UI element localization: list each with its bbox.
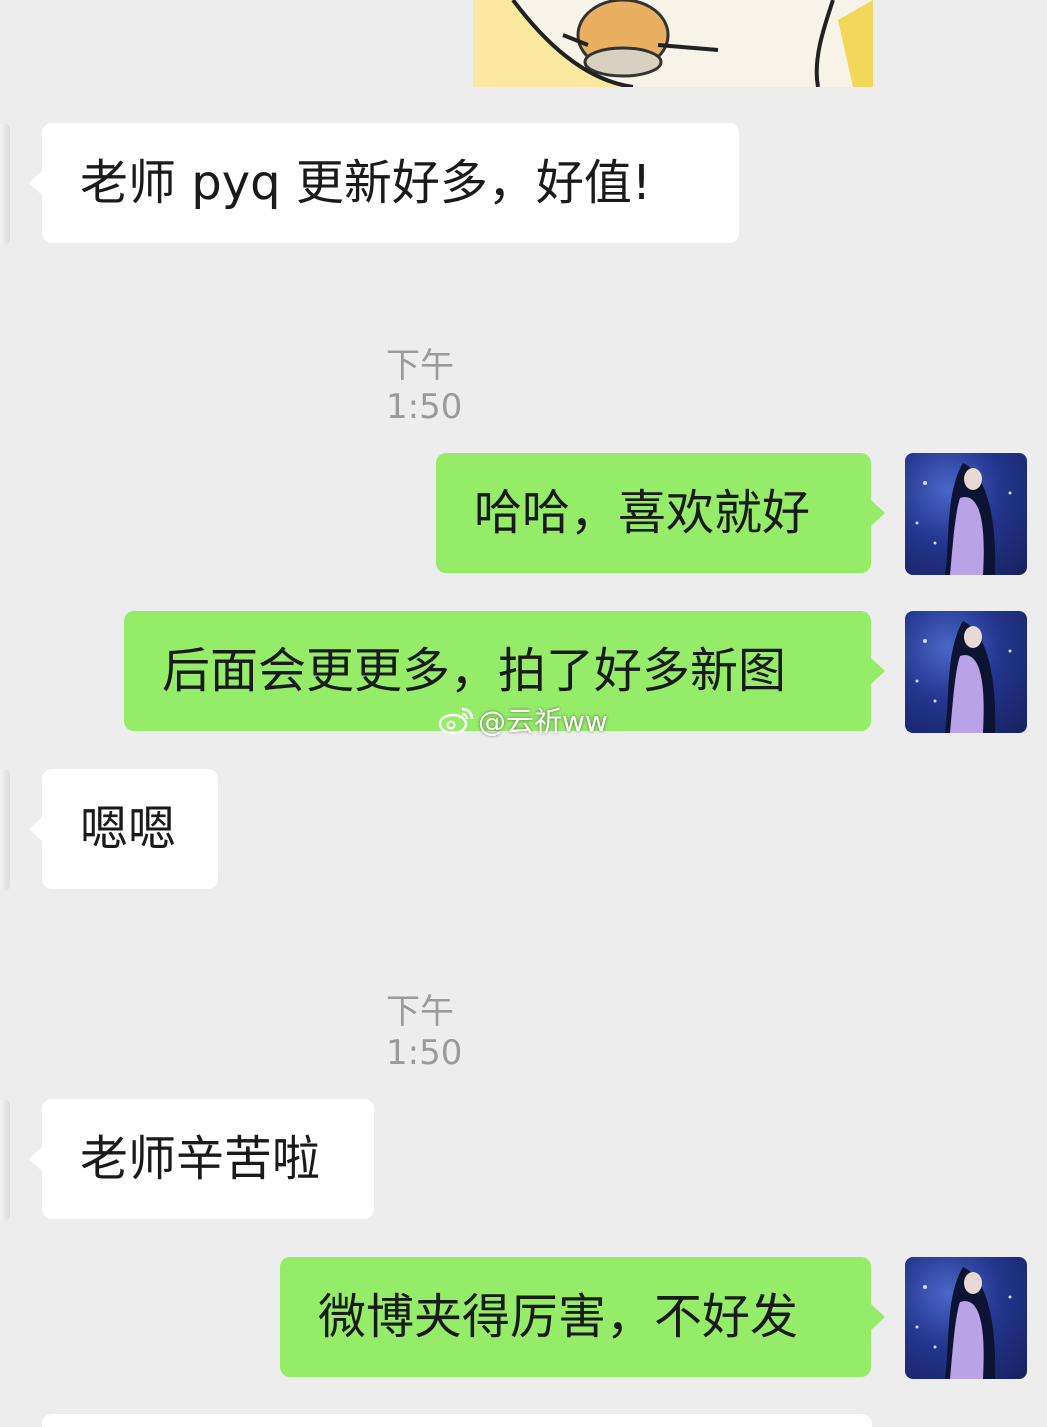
avatar-image <box>915 1267 1012 1379</box>
message-text: 嗯嗯 <box>80 801 177 857</box>
avatar-image <box>915 463 1012 575</box>
message-bubble-outgoing[interactable]: 哈哈，喜欢就好 <box>436 453 885 573</box>
my-avatar[interactable] <box>905 453 1027 575</box>
avatar-image <box>915 621 1012 733</box>
sticker-drawing <box>511 0 873 87</box>
message-text: 老师 pyq 更新好多，好值! <box>80 155 652 211</box>
my-avatar[interactable] <box>905 611 1027 733</box>
weibo-icon <box>438 707 474 735</box>
message-text: 后面会更更多，拍了好多新图 <box>162 643 787 699</box>
message-bubble-incoming[interactable]: 老师辛苦啦 <box>29 1099 374 1219</box>
contact-avatar[interactable] <box>0 769 10 891</box>
contact-avatar[interactable] <box>0 123 10 245</box>
watermark-handle: @云祈ww <box>478 705 608 738</box>
sticker-image[interactable] <box>473 0 873 87</box>
message-text: 哈哈，喜欢就好 <box>474 485 811 541</box>
watermark: @云祈ww <box>438 700 608 740</box>
message-bubble-outgoing[interactable]: 微博夹得厉害，不好发 <box>280 1257 885 1377</box>
message-text: 老师辛苦啦 <box>80 1131 321 1187</box>
message-text: 微博夹得厉害，不好发 <box>318 1289 799 1345</box>
timestamp: 下午1:50 <box>386 992 463 1073</box>
timestamp: 下午1:50 <box>386 346 463 427</box>
my-avatar[interactable] <box>905 1257 1027 1379</box>
contact-avatar[interactable] <box>0 1099 10 1221</box>
message-bubble-incoming[interactable]: 老师 pyq 更新好多，好值! <box>29 123 739 243</box>
message-bubble-incoming-partial[interactable] <box>42 1414 872 1427</box>
message-bubble-incoming[interactable]: 嗯嗯 <box>29 769 218 889</box>
